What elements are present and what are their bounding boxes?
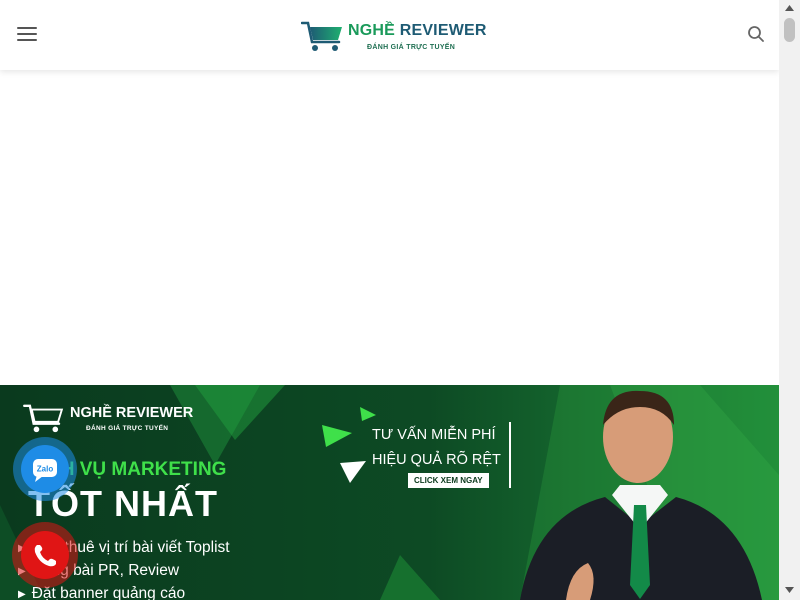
banner-logo-title: NGHỀ REVIEWER (70, 405, 194, 421)
zalo-label: Zalo (37, 465, 54, 474)
marketing-banner[interactable]: NGHỀ REVIEWER ĐÁNH GIÁ TRỰC TUYẾN DỊCH V… (0, 385, 779, 600)
consult-line-2: HIỆU QUẢ RÕ RỆT (372, 452, 501, 468)
phone-icon (21, 531, 69, 579)
banner-cart-icon (23, 404, 64, 433)
logo-title: NGHỀ REVIEWER (348, 22, 487, 40)
page: NGHỀ REVIEWER ĐÁNH GIÁ TRỰC TUYẾN NGHỀ R… (0, 0, 800, 600)
search-icon[interactable] (747, 25, 765, 43)
click-see-now-button[interactable]: CLICK XEM NGAY (408, 473, 489, 488)
logo-title-part1: NGHỀ (348, 22, 396, 39)
consult-line-1: TƯ VẤN MIỄN PHÍ (372, 427, 496, 443)
scroll-down-arrow-icon[interactable] (779, 581, 800, 598)
scroll-up-arrow-icon[interactable] (779, 0, 800, 17)
zalo-chat-icon: Zalo (21, 445, 69, 493)
site-header: NGHỀ REVIEWER ĐÁNH GIÁ TRỰC TUYẾN (0, 0, 779, 70)
viewport: NGHỀ REVIEWER ĐÁNH GIÁ TRỰC TUYẾN NGHỀ R… (0, 0, 779, 600)
logo-subtitle: ĐÁNH GIÁ TRỰC TUYẾN (367, 44, 456, 51)
site-logo[interactable]: NGHỀ REVIEWER ĐÁNH GIÁ TRỰC TUYẾN (301, 18, 486, 56)
shopping-cart-icon (301, 21, 342, 51)
scrollbar-thumb[interactable] (784, 18, 795, 42)
banner-consult-text: TƯ VẤN MIỄN PHÍ HIỆU QUẢ RÕ RỆT (372, 423, 501, 473)
banner-divider (509, 422, 511, 488)
banner-logo-subtitle: ĐÁNH GIÁ TRỰC TUYẾN (86, 425, 169, 432)
logo-title-part2: REVIEWER (399, 22, 487, 39)
zalo-chat-button[interactable]: Zalo (13, 437, 77, 501)
call-button[interactable] (12, 522, 78, 588)
vertical-scrollbar[interactable] (779, 0, 800, 600)
hamburger-menu-icon[interactable] (17, 27, 37, 43)
